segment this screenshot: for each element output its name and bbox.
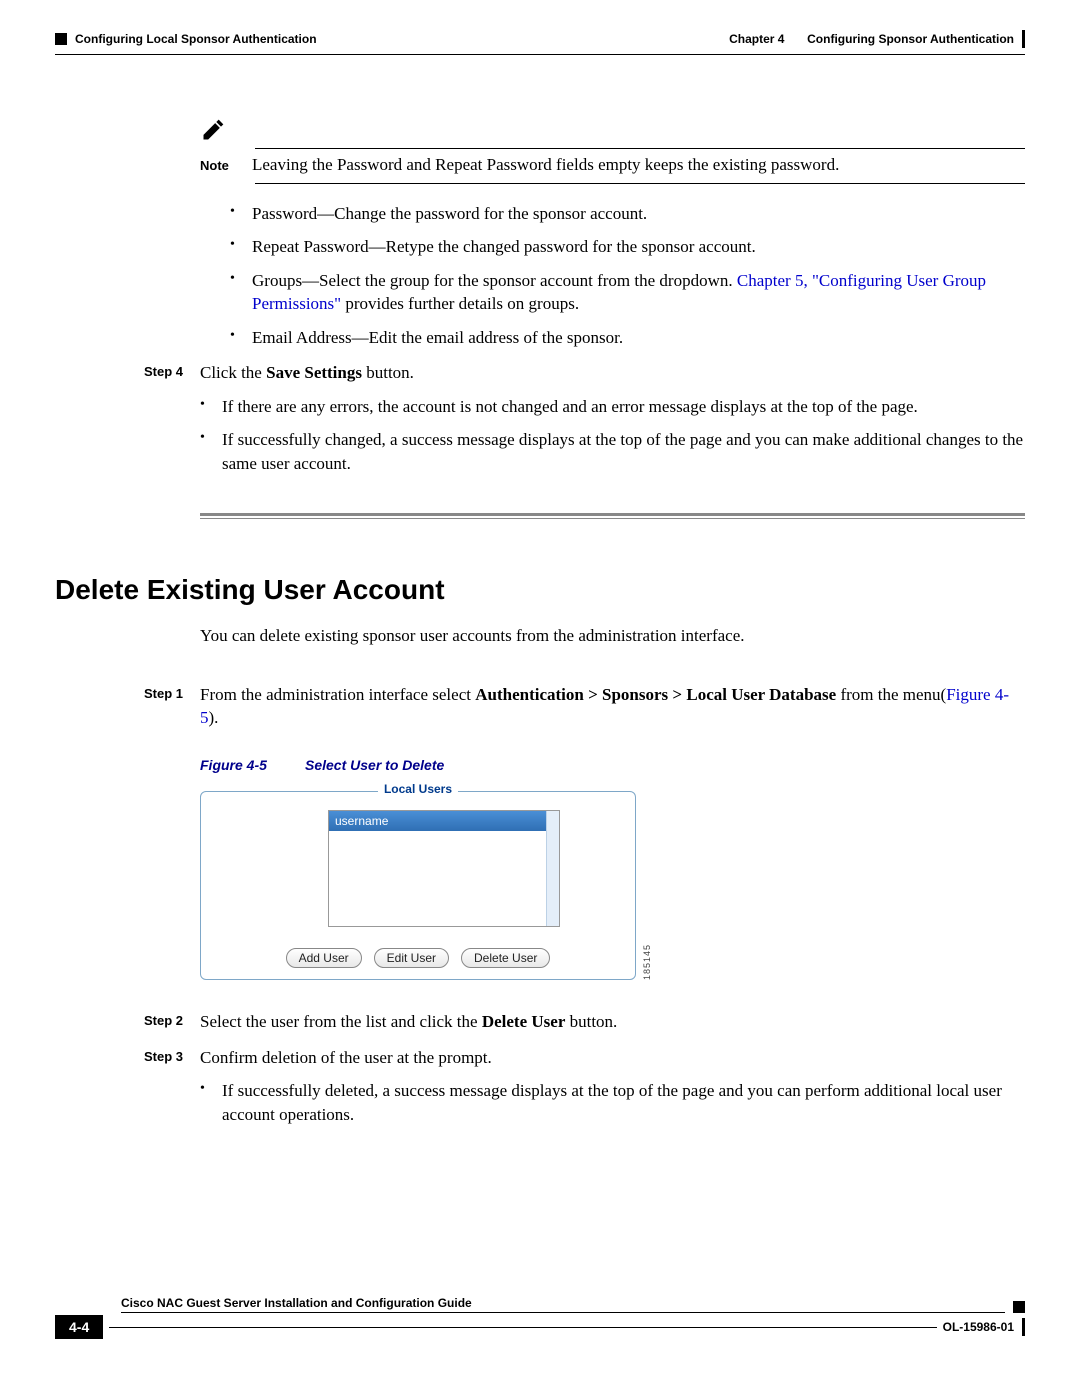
- note-rule-top: [255, 148, 1025, 149]
- bullet-repeat-password: Repeat Password—Retype the changed passw…: [230, 235, 1025, 258]
- footer-square-icon: [1013, 1301, 1025, 1313]
- running-header-left: Configuring Local Sponsor Authentication: [55, 30, 317, 48]
- scrollbar[interactable]: [546, 811, 559, 926]
- heading-delete-user: Delete Existing User Account: [55, 574, 1025, 606]
- note-rule-bottom: [255, 183, 1025, 184]
- s2-step1-text: From the administration interface select…: [200, 683, 1025, 730]
- section-rule: [200, 513, 1025, 519]
- fieldset-legend: Local Users: [378, 782, 458, 796]
- step4-text: Click the Save Settings button. If there…: [200, 361, 1025, 485]
- s2-step2-label: Step 2: [144, 1010, 200, 1033]
- s2-step1-label: Step 1: [144, 683, 200, 730]
- s2-step3-label: Step 3: [144, 1046, 200, 1136]
- local-users-listbox[interactable]: username: [328, 810, 560, 927]
- header-title: Configuring Sponsor Authentication: [807, 32, 1014, 46]
- s2-step3-text: Confirm deletion of the user at the prom…: [200, 1046, 1025, 1136]
- note-pencil-icon: [200, 130, 228, 147]
- footer-guide-title: Cisco NAC Guest Server Installation and …: [121, 1296, 1005, 1313]
- edit-user-button[interactable]: Edit User: [374, 948, 449, 968]
- section2-intro: You can delete existing sponsor user acc…: [200, 624, 1025, 647]
- figure-4-5: Local Users username Add User Edit User …: [200, 785, 636, 980]
- header-left-text: Configuring Local Sponsor Authentication: [75, 32, 317, 46]
- bullet-groups: Groups—Select the group for the sponsor …: [230, 269, 1025, 316]
- step4-label: Step 4: [144, 361, 200, 485]
- header-square-icon: [55, 33, 67, 45]
- note-label: Note: [200, 155, 240, 173]
- header-bar-icon: [1022, 30, 1025, 48]
- delete-user-button[interactable]: Delete User: [461, 948, 550, 968]
- s2-step3-sub1: If successfully deleted, a success messa…: [200, 1079, 1025, 1126]
- figure-image-id: 185145: [642, 944, 652, 980]
- header-chapter: Chapter 4: [729, 32, 784, 46]
- step4-sub1: If there are any errors, the account is …: [200, 395, 1025, 418]
- footer-rule: [109, 1327, 936, 1328]
- footer-bar-icon: [1022, 1318, 1025, 1336]
- bullet-password: Password—Change the password for the spo…: [230, 202, 1025, 225]
- page-number: 4-4: [55, 1315, 103, 1339]
- figure-caption: Figure 4-5Select User to Delete: [200, 757, 1025, 773]
- note-text: Leaving the Password and Repeat Password…: [252, 155, 839, 175]
- s2-step2-text: Select the user from the list and click …: [200, 1010, 1025, 1033]
- listbox-selected-item[interactable]: username: [329, 811, 559, 831]
- step4-sub2: If successfully changed, a success messa…: [200, 428, 1025, 475]
- footer-doc-id: OL-15986-01: [943, 1320, 1014, 1334]
- add-user-button[interactable]: Add User: [286, 948, 362, 968]
- header-rule: [55, 54, 1025, 55]
- field-bullets: Password—Change the password for the spo…: [200, 202, 1025, 349]
- running-header-right: Chapter 4 Configuring Sponsor Authentica…: [729, 30, 1025, 48]
- bullet-email: Email Address—Edit the email address of …: [230, 326, 1025, 349]
